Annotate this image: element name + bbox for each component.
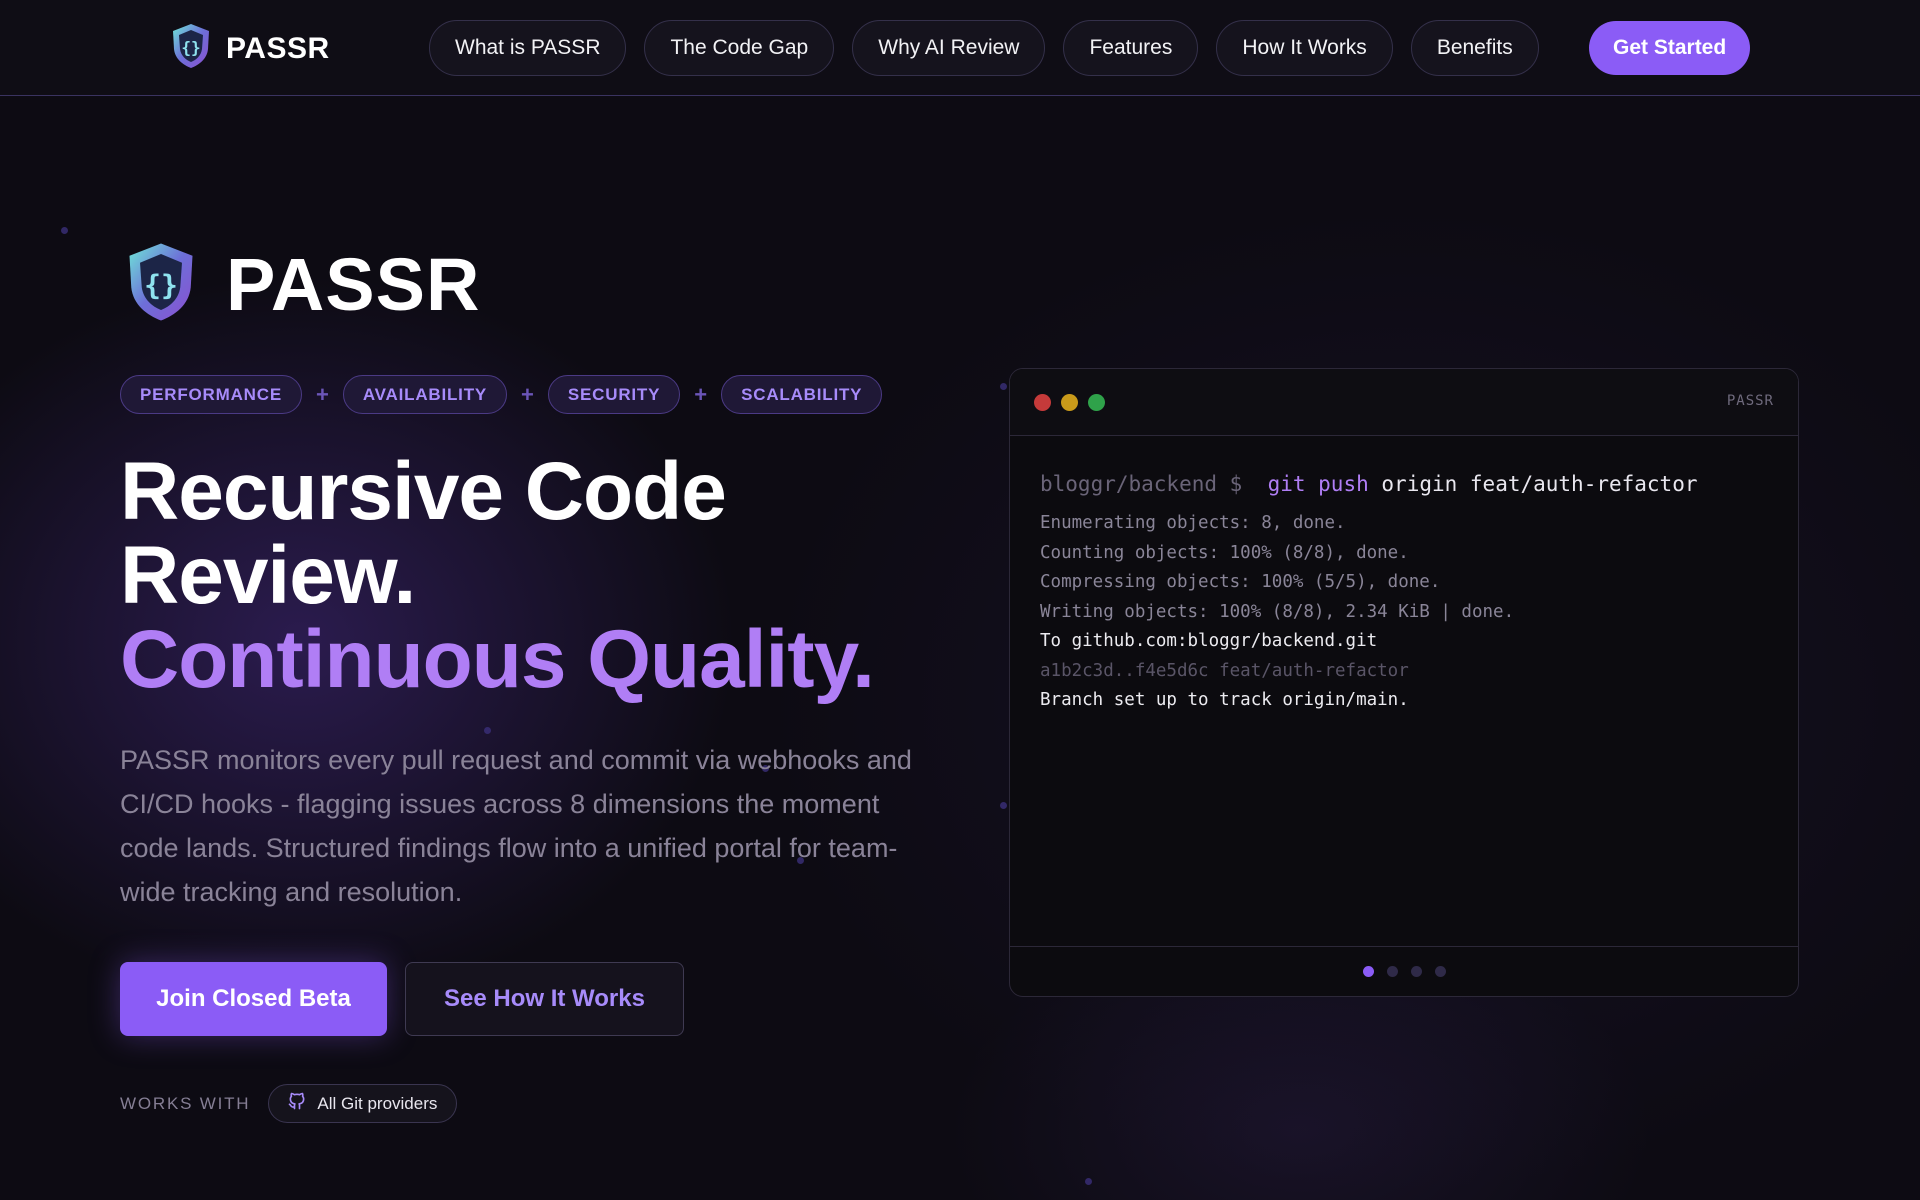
- decor-dot: [1000, 383, 1007, 390]
- nav-links: What is PASSR The Code Gap Why AI Review…: [429, 20, 1539, 76]
- decor-dot: [484, 727, 491, 734]
- svg-text:{}: {}: [181, 38, 200, 57]
- terminal-output-line: a1b2c3d..f4e5d6c feat/auth-refactor: [1040, 660, 1409, 681]
- terminal-output-line: Counting objects: 100% (8/8), done.: [1040, 542, 1409, 563]
- git-providers-label: All Git providers: [317, 1093, 438, 1113]
- terminal-command: git push: [1267, 472, 1369, 496]
- terminal-titlebar: PASSR: [1010, 369, 1798, 436]
- terminal-command-args: origin feat/auth-refactor: [1381, 472, 1698, 496]
- svg-text:{}: {}: [144, 268, 178, 301]
- nav-link-code-gap[interactable]: The Code Gap: [644, 20, 835, 76]
- tag-availability: AVAILABILITY: [342, 375, 508, 414]
- terminal-output-line: Writing objects: 100% (8/8), 2.34 KiB | …: [1040, 601, 1515, 622]
- nav-link-benefits[interactable]: Benefits: [1410, 20, 1539, 76]
- decor-dot: [61, 227, 68, 234]
- shield-code-icon: {}: [170, 22, 212, 75]
- terminal-output-line: Enumerating objects: 8, done.: [1040, 513, 1346, 533]
- terminal-command-line: bloggr/backend $ git push origin feat/au…: [1040, 469, 1697, 499]
- plus-separator: +: [521, 381, 534, 407]
- git-providers-badge: All Git providers: [268, 1084, 458, 1123]
- close-dot-icon: [1034, 394, 1051, 411]
- tag-security: SECURITY: [547, 375, 681, 414]
- pagination-dot-1[interactable]: [1362, 966, 1374, 977]
- hero-brand: {} PASSR: [124, 240, 480, 329]
- terminal-output-line: To github.com:bloggr/backend.git: [1040, 631, 1378, 651]
- tag-performance: PERFORMANCE: [120, 375, 302, 414]
- plus-separator: +: [315, 381, 329, 407]
- works-with-label: WORKS WITH: [120, 1093, 251, 1113]
- brand-name: PASSR: [226, 31, 330, 65]
- brand-logo-link[interactable]: {} PASSR: [170, 22, 330, 75]
- terminal-pagination: [1010, 946, 1798, 996]
- decor-dot: [1000, 802, 1007, 809]
- top-navigation: {} PASSR What is PASSR The Code Gap Why …: [0, 0, 1920, 96]
- pagination-dot-4[interactable]: [1434, 966, 1446, 977]
- shield-code-icon: {}: [124, 240, 198, 329]
- minimize-dot-icon: [1061, 394, 1078, 411]
- hero-brand-name: PASSR: [226, 243, 481, 326]
- hero-description: PASSR monitors every pull request and co…: [120, 745, 912, 907]
- terminal-output-line: Compressing objects: 100% (5/5), done.: [1040, 572, 1441, 592]
- pagination-dot-3[interactable]: [1410, 966, 1422, 977]
- get-started-button[interactable]: Get Started: [1589, 21, 1751, 75]
- nav-link-how-it-works[interactable]: How It Works: [1216, 20, 1393, 76]
- nav-link-features[interactable]: Features: [1063, 20, 1199, 76]
- plus-separator: +: [694, 381, 708, 407]
- terminal-window: PASSR bloggr/backend $ git push origin f…: [1009, 368, 1799, 997]
- terminal-title: PASSR: [1726, 393, 1774, 409]
- terminal-body: bloggr/backend $ git push origin feat/au…: [1040, 469, 1697, 716]
- headline-line-2: Review.: [120, 530, 416, 621]
- headline-line-1: Recursive Code: [120, 446, 727, 537]
- pagination-dot-2[interactable]: [1386, 966, 1398, 977]
- see-how-it-works-button[interactable]: See How It Works: [405, 962, 684, 1036]
- decor-dot: [1085, 1178, 1092, 1185]
- terminal-output: Enumerating objects: 8, done. Counting o…: [1040, 509, 1697, 716]
- nav-link-what-is-passr[interactable]: What is PASSR: [429, 20, 627, 76]
- hero-headline: Recursive Code Review. Continuous Qualit…: [120, 446, 875, 705]
- headline-line-3: Continuous Quality.: [120, 614, 875, 705]
- github-icon: [287, 1091, 307, 1116]
- terminal-prompt: bloggr/backend $: [1040, 472, 1243, 496]
- join-closed-beta-button[interactable]: Join Closed Beta: [120, 962, 387, 1036]
- maximize-dot-icon: [1088, 394, 1105, 411]
- terminal-output-line: Branch set up to track origin/main.: [1040, 690, 1409, 710]
- nav-link-why-ai-review[interactable]: Why AI Review: [852, 20, 1046, 76]
- works-with: WORKS WITH All Git providers: [120, 1084, 458, 1123]
- pillar-tags: PERFORMANCE + AVAILABILITY + SECURITY + …: [120, 375, 883, 414]
- tag-scalability: SCALABILITY: [721, 375, 883, 414]
